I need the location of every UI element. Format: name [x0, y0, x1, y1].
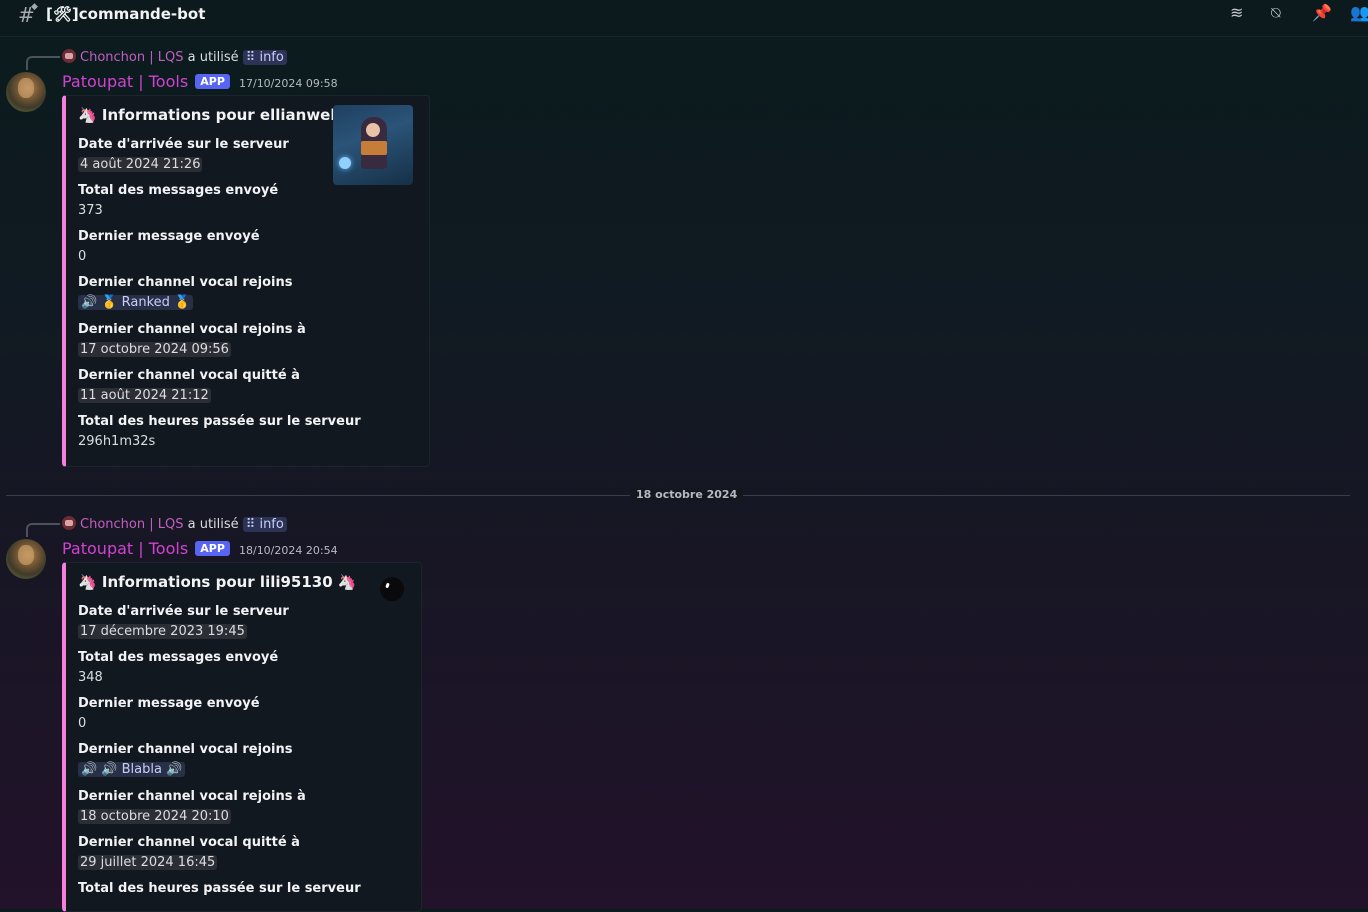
embed-field: Dernier channel vocal quitté à 11 août 2…	[78, 368, 300, 403]
embed: 🦄 Informations pour ellianwell 🦄 Date d'…	[62, 95, 430, 467]
avatar[interactable]	[6, 539, 46, 579]
mute-icon[interactable]: ⍉	[1271, 3, 1281, 23]
app-badge: APP	[195, 541, 230, 556]
field-name: Dernier channel vocal rejoins à	[78, 789, 306, 804]
message-header: Patoupat | Tools APP 17/10/2024 09:58	[62, 72, 338, 91]
embed-field: Dernier channel vocal rejoins à 17 octob…	[78, 322, 306, 357]
command-mention[interactable]: ⠿ info	[242, 517, 287, 532]
embed-field: Date d'arrivée sur le serveur 17 décembr…	[78, 604, 289, 639]
reply-avatar	[62, 49, 76, 63]
timestamp[interactable]: 18/10/2024 20:54	[239, 544, 338, 557]
field-value: 373	[78, 203, 103, 218]
field-name: Dernier channel vocal rejoins à	[78, 322, 306, 337]
embed-title: 🦄 Informations pour ellianwell 🦄	[78, 106, 365, 124]
app-badge: APP	[195, 74, 230, 89]
date-divider-label: 18 octobre 2024	[630, 488, 744, 501]
field-name: Total des heures passée sur le serveur	[78, 881, 361, 896]
embed-field: Dernier channel vocal rejoins à 18 octob…	[78, 789, 306, 824]
reply-username[interactable]: Chonchon | LQS	[80, 517, 183, 532]
channel-mention[interactable]: 🔊 🥇 Ranked 🥇	[78, 295, 194, 310]
channel-title: [🛠]commande-bot	[46, 5, 206, 23]
reply-username[interactable]: Chonchon | LQS	[80, 50, 183, 65]
field-value: 11 août 2024 21:12	[78, 388, 211, 403]
field-value: 4 août 2024 21:26	[78, 157, 203, 172]
embed-field: Date d'arrivée sur le serveur 4 août 202…	[78, 137, 289, 172]
field-value: 348	[78, 670, 103, 685]
embed-field: Total des messages envoyé 373	[78, 183, 278, 218]
embed-field: Total des heures passée sur le serveur 2…	[78, 414, 361, 449]
field-name: Dernier message envoyé	[78, 229, 260, 244]
embed-thumbnail[interactable]	[380, 577, 404, 601]
embed-thumbnail[interactable]	[333, 105, 413, 185]
field-name: Total des heures passée sur le serveur	[78, 414, 361, 429]
embed-field: Dernier channel vocal quitté à 29 juille…	[78, 835, 300, 870]
field-name: Dernier channel vocal quitté à	[78, 368, 300, 383]
field-value: 17 décembre 2023 19:45	[78, 624, 247, 639]
field-name: Dernier channel vocal quitté à	[78, 835, 300, 850]
field-value: 0	[78, 249, 87, 264]
threads-icon[interactable]: ≋	[1230, 3, 1243, 22]
members-icon[interactable]: 👥	[1350, 3, 1368, 22]
field-name: Date d'arrivée sur le serveur	[78, 137, 289, 152]
embed-field: Total des messages envoyé 348	[78, 650, 278, 685]
field-value: 0	[78, 716, 87, 731]
embed: 🦄 Informations pour lili95130 🦄 Date d'a…	[62, 562, 422, 912]
reply-action: a utilisé	[187, 517, 239, 532]
command-mention[interactable]: ⠿ info	[242, 50, 287, 65]
field-value: 17 octobre 2024 09:56	[78, 342, 231, 357]
reply-avatar	[62, 516, 76, 530]
pin-icon[interactable]: 📌	[1312, 3, 1332, 22]
reply-preview[interactable]: Chonchon | LQS a utilisé ⠿ info	[62, 516, 287, 532]
embed-field: Total des heures passée sur le serveur	[78, 881, 361, 901]
field-name: Total des messages envoyé	[78, 183, 279, 198]
reply-connector	[26, 523, 60, 537]
reply-action: a utilisé	[187, 50, 239, 65]
channel-header: # ◆ [🛠]commande-bot ≋ ⍉ 📌 👥	[0, 0, 1368, 37]
field-value: 296h1m32s	[78, 434, 156, 449]
reply-preview[interactable]: Chonchon | LQS a utilisé ⠿ info	[62, 49, 287, 65]
embed-field: Dernier message envoyé 0	[78, 229, 260, 264]
avatar[interactable]	[6, 72, 46, 112]
field-value: 29 juillet 2024 16:45	[78, 855, 218, 870]
embed-field: Dernier channel vocal rejoins 🔊 🥇 Ranked…	[78, 275, 292, 310]
channel-mention[interactable]: 🔊 🔊 Blabla 🔊	[78, 762, 186, 777]
embed-title: 🦄 Informations pour lili95130 🦄	[78, 573, 357, 591]
reply-connector	[26, 56, 60, 70]
message-header: Patoupat | Tools APP 18/10/2024 20:54	[62, 539, 338, 558]
embed-field: Dernier message envoyé 0	[78, 696, 260, 731]
field-name: Dernier channel vocal rejoins	[78, 742, 293, 757]
field-name: Dernier message envoyé	[78, 696, 260, 711]
timestamp[interactable]: 17/10/2024 09:58	[239, 77, 338, 90]
field-name: Date d'arrivée sur le serveur	[78, 604, 289, 619]
hashtag-icon: # ◆	[18, 2, 38, 27]
author-name[interactable]: Patoupat | Tools	[62, 72, 188, 91]
author-name[interactable]: Patoupat | Tools	[62, 539, 188, 558]
field-name: Dernier channel vocal rejoins	[78, 275, 293, 290]
field-name: Total des messages envoyé	[78, 650, 279, 665]
embed-field: Dernier channel vocal rejoins 🔊 🔊 Blabla…	[78, 742, 292, 777]
field-value: 18 octobre 2024 20:10	[78, 809, 231, 824]
